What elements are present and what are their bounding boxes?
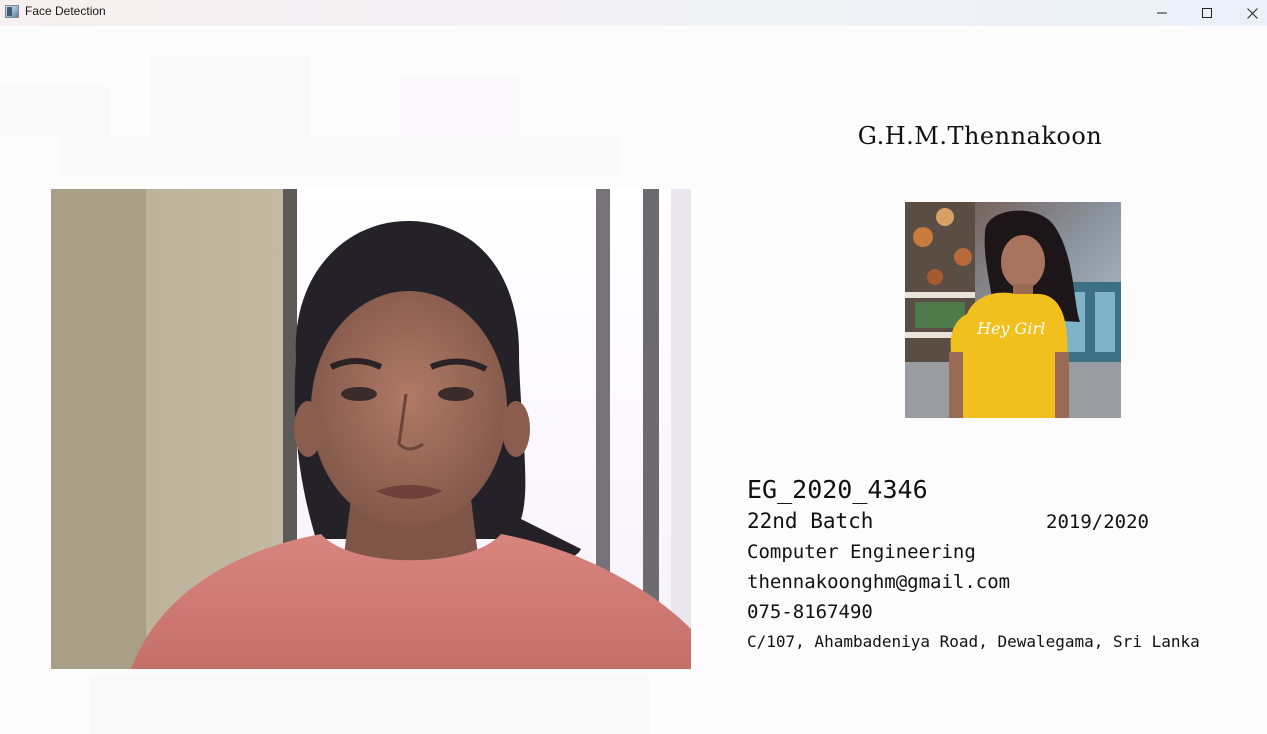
app-window-icon (5, 5, 19, 18)
background-artifact (400, 76, 520, 136)
department-label: Computer Engineering (747, 541, 976, 563)
webcam-image (51, 189, 691, 669)
maximize-button[interactable] (1184, 0, 1230, 26)
webcam-feed (51, 189, 691, 669)
profile-photo: Hey Girl (905, 202, 1121, 418)
background-artifact (0, 86, 110, 136)
close-button[interactable] (1229, 0, 1267, 26)
background-artifact (90, 676, 650, 734)
client-area: G.H.M.Thennakoon Hey Girl EG_2020_4346 2… (0, 26, 1267, 734)
background-artifact (60, 136, 620, 176)
registration-number: EG_2020_4346 (747, 475, 928, 504)
minimize-icon (1157, 12, 1167, 14)
window-title: Face Detection (25, 4, 106, 18)
academic-year: 2019/2020 (1046, 511, 1149, 533)
svg-text:Hey Girl: Hey Girl (976, 319, 1045, 338)
student-name: G.H.M.Thennakoon (857, 122, 1103, 150)
title-bar[interactable]: Face Detection (0, 0, 1267, 26)
home-address: C/107, Ahambadeniya Road, Dewalegama, Sr… (747, 632, 1200, 651)
batch-label: 22nd Batch (747, 509, 874, 533)
maximize-icon (1202, 8, 1212, 18)
face-detection-window: Face Detection G.H.M.Thennakoon Hey Girl… (0, 0, 1267, 734)
background-artifact (150, 56, 310, 136)
phone-number: 075-8167490 (747, 601, 873, 623)
email-address: thennakoonghm@gmail.com (747, 571, 1011, 593)
close-icon (1246, 7, 1258, 19)
profile-photo-image: Hey Girl (905, 202, 1121, 418)
minimize-button[interactable] (1139, 0, 1185, 26)
